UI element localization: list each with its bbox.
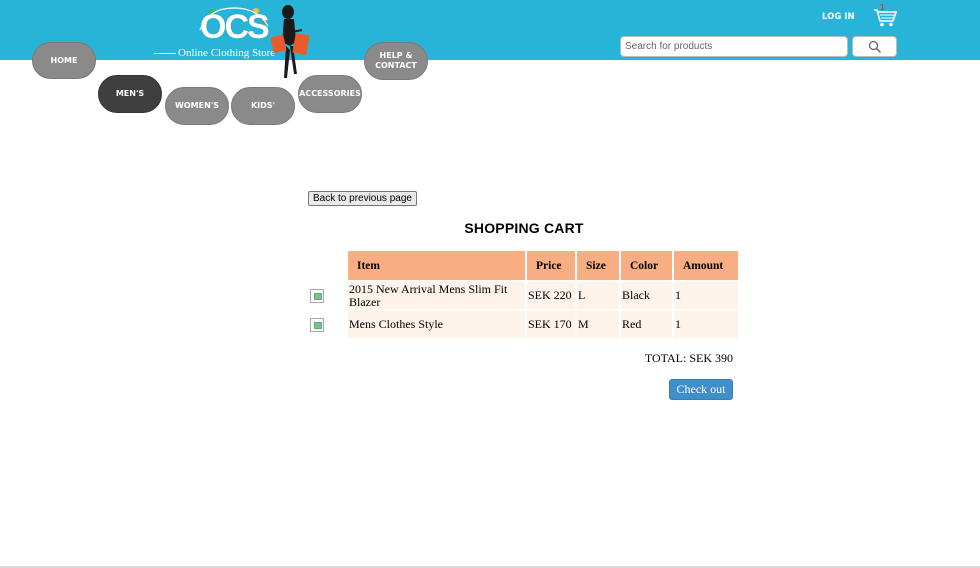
size-cell: L (577, 282, 619, 309)
broken-image-icon (310, 317, 324, 332)
login-link[interactable]: LOG IN (822, 12, 855, 22)
color-cell: Black (621, 282, 672, 309)
nav-help-contact-button[interactable]: HELP & CONTACT (364, 42, 428, 80)
image-column-header (308, 251, 346, 280)
item-column-header: Item (348, 251, 525, 280)
size-cell: M (577, 311, 619, 338)
cart-total: TOTAL: SEK 390 (644, 351, 733, 365)
nav-home-button[interactable]: HOME (32, 42, 96, 79)
product-image[interactable] (308, 282, 346, 309)
logo-letters: OCS (200, 8, 270, 46)
search-input[interactable] (620, 36, 848, 57)
color-cell: Red (621, 311, 672, 338)
product-image[interactable] (308, 311, 346, 338)
nav-accessories-label: ACCESSORIES (299, 89, 361, 98)
checkout-button[interactable]: Check out (669, 379, 733, 400)
nav-womens-button[interactable]: WOMEN'S (165, 87, 229, 125)
nav-kids-label: KIDS' (250, 101, 276, 110)
color-column-header: Color (621, 251, 672, 280)
nav-help-label-line1: HELP & (379, 51, 413, 60)
amount-cell: 1 (674, 282, 738, 309)
amount-cell: 1 (674, 311, 738, 338)
shopping-cart-icon[interactable]: 1 (872, 2, 898, 28)
cart-table: Item Price Size Color Amount 2015 New Ar… (306, 249, 740, 340)
nav-accessories-button[interactable]: ACCESSORIES (298, 75, 362, 113)
search-button[interactable] (852, 36, 897, 57)
cart-count: 1 (880, 3, 885, 12)
nav-womens-label: WOMEN'S (175, 101, 219, 110)
cart-header-row: Item Price Size Color Amount (308, 251, 738, 280)
search-icon (868, 40, 881, 53)
nav-home-label: HOME (50, 55, 78, 65)
broken-image-icon (310, 288, 324, 303)
price-cell: SEK 170 (527, 311, 575, 338)
price-cell: SEK 220 (527, 282, 575, 309)
back-button[interactable]: Back to previous page (308, 191, 417, 206)
site-logo[interactable]: OCS Online Clothing Store (150, 2, 315, 80)
logo-subtitle: Online Clothing Store (154, 47, 275, 59)
nav-mens-label: MEN'S (115, 89, 145, 98)
nav-help-label-line2: CONTACT (375, 61, 417, 70)
size-column-header: Size (577, 251, 619, 280)
table-row: 2015 New Arrival Mens Slim Fit Blazer SE… (308, 282, 738, 309)
item-cell: 2015 New Arrival Mens Slim Fit Blazer (348, 282, 525, 309)
page-title: SHOPPING CART (464, 220, 584, 236)
amount-column-header: Amount (674, 251, 738, 280)
shopping-lady-icon (270, 5, 310, 78)
nav-mens-button[interactable]: MEN'S (98, 75, 162, 113)
nav-kids-button[interactable]: KIDS' (231, 87, 295, 125)
table-row: Mens Clothes Style SEK 170 M Red 1 (308, 311, 738, 338)
item-cell: Mens Clothes Style (348, 311, 525, 338)
price-column-header: Price (527, 251, 575, 280)
